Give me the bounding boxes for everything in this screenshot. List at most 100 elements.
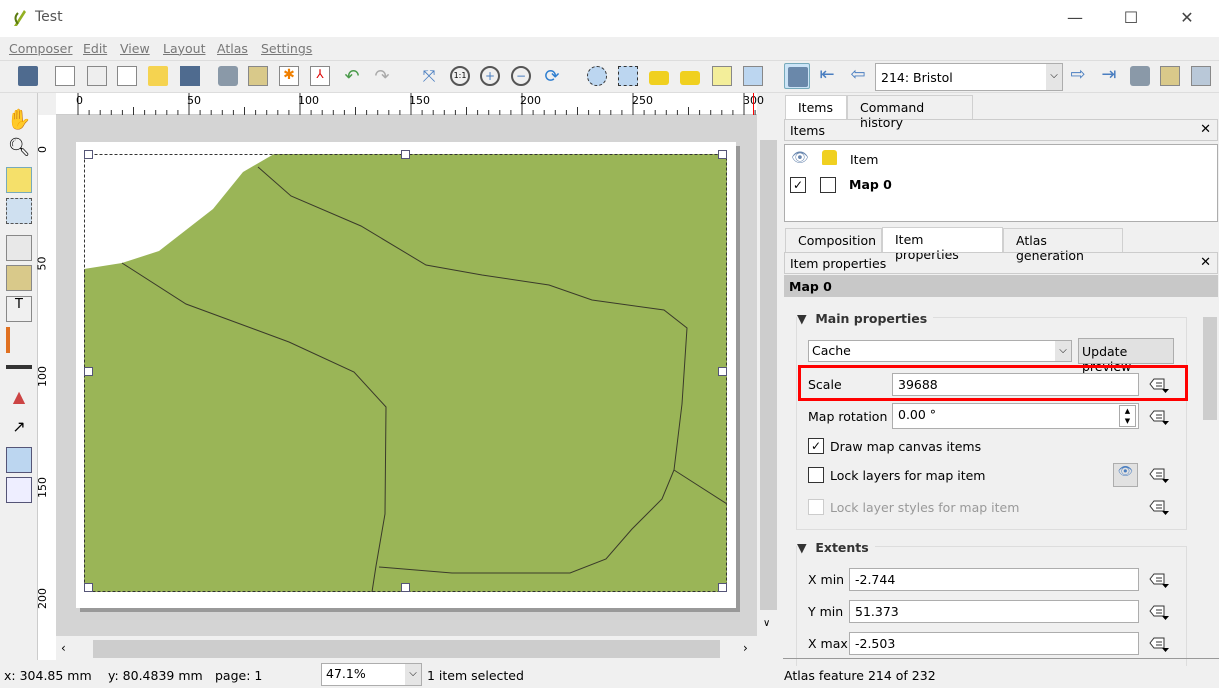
resize-handle[interactable] — [84, 150, 93, 159]
open-template-button[interactable] — [145, 63, 171, 89]
properties-scrollbar[interactable] — [1201, 298, 1219, 658]
tab-command-history[interactable]: Command history — [847, 95, 973, 130]
select-all-button[interactable] — [584, 63, 610, 89]
data-defined-override-icon[interactable] — [1148, 570, 1169, 590]
tab-item-properties[interactable]: Item properties — [882, 227, 1003, 262]
add-scalebar-tool-icon[interactable] — [6, 365, 32, 375]
zoom-in-button[interactable]: + — [477, 63, 503, 89]
atlas-export-button[interactable] — [1157, 63, 1183, 89]
atlas-next-button[interactable]: ⇨ — [1065, 63, 1091, 89]
atlas-first-button[interactable]: ⇤ — [814, 63, 840, 89]
spin-arrows-icon[interactable]: ▲ ▼ — [1119, 405, 1136, 427]
scrollbar-thumb[interactable] — [1203, 317, 1217, 420]
zoom-full-button[interactable]: ⤧ — [416, 63, 442, 89]
data-defined-override-icon[interactable] — [1148, 375, 1169, 395]
composer-canvas[interactable] — [56, 115, 757, 636]
xmax-input[interactable]: -2.503 — [849, 632, 1139, 655]
minimize-button[interactable]: — — [1052, 4, 1098, 32]
update-preview-button[interactable]: Update preview — [1078, 338, 1174, 374]
item-lock-checkbox[interactable] — [820, 177, 836, 193]
unlock-items-button[interactable] — [677, 63, 703, 89]
zoom-out-button[interactable]: − — [508, 63, 534, 89]
menu-layout[interactable]: Layout — [163, 41, 206, 56]
atlas-settings-button[interactable] — [1188, 63, 1214, 89]
add-legend-tool-icon[interactable] — [6, 327, 32, 353]
add-arrow-tool-icon[interactable]: ↗ — [6, 417, 32, 443]
layer-presets-button[interactable]: 👁︎ — [1113, 463, 1138, 487]
scrollbar-thumb[interactable] — [760, 140, 777, 610]
tab-atlas-generation[interactable]: Atlas generation — [1003, 228, 1123, 263]
print-button[interactable] — [215, 63, 241, 89]
ymin-input[interactable]: 51.373 — [849, 600, 1139, 623]
undo-button[interactable]: ↶ — [339, 63, 365, 89]
menu-composer[interactable]: Composer — [9, 41, 72, 56]
raise-items-button[interactable] — [709, 63, 735, 89]
extents-header[interactable]: ▼ Extents — [797, 540, 875, 555]
data-defined-override-icon[interactable] — [1148, 407, 1169, 427]
composer-manager-button[interactable] — [114, 63, 140, 89]
map-item[interactable] — [84, 154, 727, 592]
atlas-last-button[interactable]: ⇥ — [1096, 63, 1122, 89]
save-button[interactable] — [15, 63, 41, 89]
export-pdf-button[interactable]: ⅄ — [307, 63, 333, 89]
item-visible-checkbox[interactable]: ✓ — [790, 177, 806, 193]
export-svg-button[interactable]: ✱ — [276, 63, 302, 89]
resize-handle[interactable] — [718, 150, 727, 159]
scroll-right-icon[interactable]: › — [743, 641, 748, 655]
zoom-select[interactable]: 47.1% ⌵ — [321, 663, 422, 686]
redo-button[interactable]: ↷ — [369, 63, 395, 89]
scroll-down-icon[interactable]: ∨ — [763, 618, 770, 629]
data-defined-override-icon[interactable] — [1148, 634, 1169, 654]
maximize-button[interactable]: ☐ — [1108, 4, 1154, 32]
data-defined-override-icon[interactable] — [1148, 465, 1169, 485]
atlas-preview-button[interactable] — [784, 63, 810, 89]
vertical-scrollbar[interactable]: ∨ — [757, 115, 780, 636]
scrollbar-thumb[interactable] — [93, 640, 720, 658]
move-content-tool-icon[interactable] — [6, 198, 32, 224]
new-composer-button[interactable] — [52, 63, 78, 89]
menu-view[interactable]: View — [120, 41, 150, 56]
menu-atlas[interactable]: Atlas — [217, 41, 248, 56]
select-move-tool-icon[interactable] — [6, 167, 32, 193]
tab-composition[interactable]: Composition — [785, 228, 882, 253]
resize-handle[interactable] — [84, 583, 93, 592]
refresh-button[interactable]: ⟳ — [539, 63, 565, 89]
menu-settings[interactable]: Settings — [261, 41, 312, 56]
zoom-actual-button[interactable]: 1:1 — [447, 63, 473, 89]
lock-layers-checkbox[interactable] — [808, 467, 824, 483]
scale-input[interactable]: 39688 — [892, 373, 1139, 396]
resize-handle[interactable] — [718, 367, 727, 376]
close-icon[interactable]: ✕ — [1200, 122, 1211, 137]
export-image-button[interactable] — [245, 63, 271, 89]
close-icon[interactable]: ✕ — [1200, 255, 1211, 270]
draw-canvas-checkbox[interactable]: ✓ — [808, 438, 824, 454]
add-label-tool-icon[interactable]: T — [6, 296, 32, 322]
zoom-tool-icon[interactable]: 🔍︎ — [6, 137, 32, 163]
add-shape-tool-icon[interactable]: ▲ — [6, 387, 32, 413]
main-properties-header[interactable]: ▼ Main properties — [797, 311, 934, 326]
data-defined-override-icon[interactable] — [1148, 602, 1169, 622]
tab-items[interactable]: Items — [785, 95, 847, 120]
resize-handle[interactable] — [401, 150, 410, 159]
add-html-tool-icon[interactable] — [6, 477, 32, 503]
close-button[interactable]: ✕ — [1164, 4, 1210, 32]
menu-edit[interactable]: Edit — [83, 41, 107, 56]
resize-handle[interactable] — [718, 583, 727, 592]
deselect-button[interactable] — [615, 63, 641, 89]
atlas-print-button[interactable] — [1127, 63, 1153, 89]
add-map-tool-icon[interactable] — [6, 235, 32, 261]
list-item[interactable]: Map 0 — [849, 177, 892, 192]
scroll-left-icon[interactable]: ‹ — [61, 641, 66, 655]
atlas-feature-select[interactable]: 214: Bristol ⌵ — [875, 63, 1063, 91]
duplicate-composer-button[interactable] — [84, 63, 110, 89]
add-image-tool-icon[interactable] — [6, 265, 32, 291]
align-items-button[interactable] — [740, 63, 766, 89]
xmin-input[interactable]: -2.744 — [849, 568, 1139, 591]
map-rotation-spinbox[interactable]: 0.00 ° ▲ ▼ — [892, 403, 1139, 429]
lock-items-button[interactable] — [646, 63, 672, 89]
pan-tool-icon[interactable]: ✋ — [6, 107, 32, 133]
resize-handle[interactable] — [401, 583, 410, 592]
add-table-tool-icon[interactable] — [6, 447, 32, 473]
atlas-prev-button[interactable]: ⇦ — [845, 63, 871, 89]
cache-select[interactable]: Cache ⌵ — [808, 340, 1072, 362]
